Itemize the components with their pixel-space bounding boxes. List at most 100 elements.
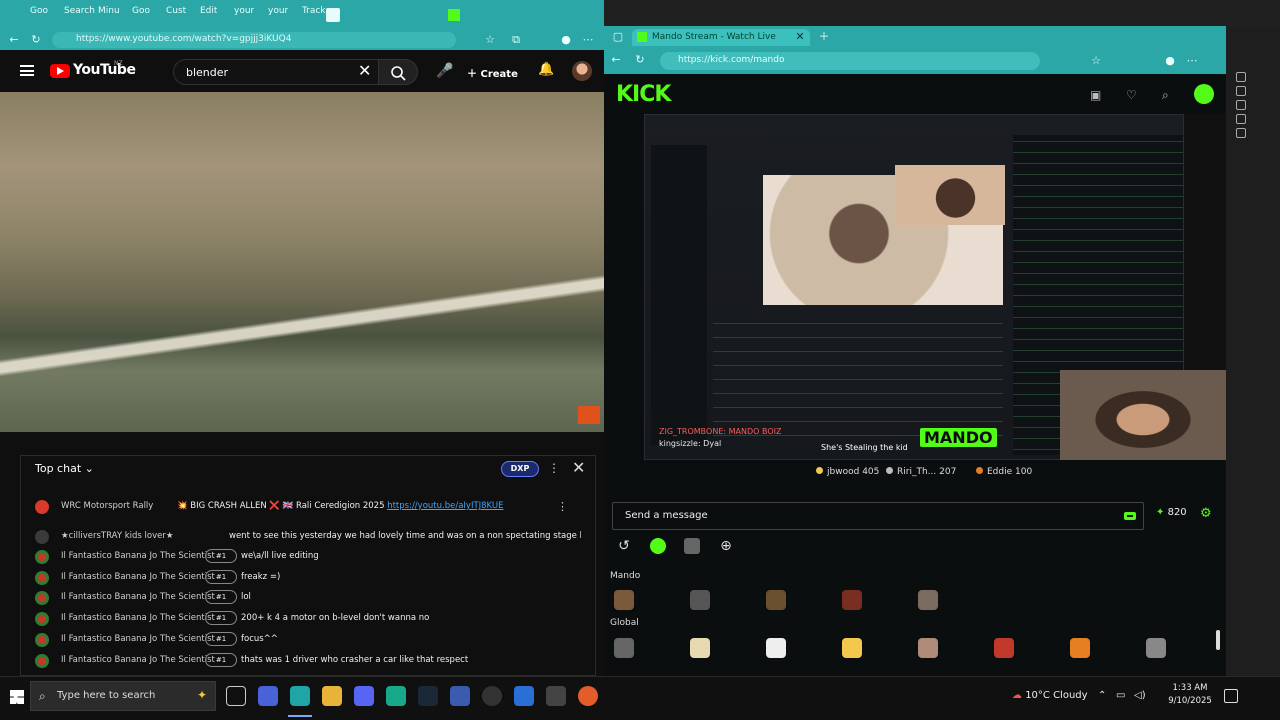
browser-tab[interactable]: your: [234, 6, 254, 24]
gifter-item[interactable]: Riri_Th... 207: [886, 467, 956, 477]
emote-scrollbar[interactable]: [1216, 630, 1220, 650]
browser-tab[interactable]: Goo: [30, 6, 48, 24]
favorite-icon[interactable]: ☆: [484, 34, 496, 46]
side-tool-icon[interactable]: [1236, 72, 1246, 82]
address-input[interactable]: https://kick.com/mando: [660, 52, 1040, 70]
tray-chevron-up-icon[interactable]: ⌃: [1098, 690, 1106, 701]
emote-item[interactable]: [842, 590, 862, 610]
video-player[interactable]: [0, 92, 604, 432]
kick-tab-icon[interactable]: [448, 9, 460, 21]
weather-widget[interactable]: ☁ 10°C Cloudy: [1012, 690, 1088, 701]
reload-icon[interactable]: ↻: [634, 54, 646, 66]
youtube-logo-text[interactable]: YouTube: [73, 62, 136, 78]
search-input[interactable]: blender: [173, 59, 379, 85]
menu-icon[interactable]: ⋯: [582, 34, 594, 46]
hamburger-menu-icon[interactable]: [20, 65, 34, 76]
chat-author-name[interactable]: Il Fantastico Banana Jo The Scientist: [61, 655, 215, 665]
emote-item[interactable]: [842, 638, 862, 658]
close-tab-icon[interactable]: ✕: [794, 31, 806, 43]
chat-message-row[interactable]: ★cilliversTRAY kids lover★ went to see th…: [21, 528, 581, 546]
taskbar-clock[interactable]: 1:33 AM 9/10/2025: [1160, 682, 1220, 708]
chat-author-name[interactable]: Il Fantastico Banana Jo The Scientist: [61, 613, 215, 623]
windows-start-icon[interactable]: [10, 690, 24, 704]
chat-author-name[interactable]: WRC Motorsport Rally: [61, 501, 153, 511]
firefox-icon[interactable]: [578, 686, 598, 706]
emote-item[interactable]: [690, 638, 710, 658]
task-view-icon[interactable]: [226, 686, 246, 706]
chat-message-link[interactable]: https://youtu.be/aIyITJ8KUE: [387, 501, 503, 511]
obs-icon[interactable]: [482, 686, 502, 706]
new-tab-icon[interactable]: ＋: [818, 31, 830, 43]
emote-item[interactable]: [766, 638, 786, 658]
app-icon[interactable]: [514, 686, 534, 706]
emote-item[interactable]: [1070, 638, 1090, 658]
chat-author-name[interactable]: Il Fantastico Banana Jo The Scientist: [61, 634, 215, 644]
chat-author-name[interactable]: ★cilliversTRAY kids lover★: [61, 531, 173, 541]
menu-icon[interactable]: ⋯: [1186, 55, 1198, 67]
chat-message-row[interactable]: Il Fantastico Banana Jo The Scientist #1 2…: [21, 610, 581, 628]
emote-item[interactable]: [1146, 638, 1166, 658]
app-icon[interactable]: [386, 686, 406, 706]
channel-emotes-tab-icon[interactable]: [650, 538, 666, 554]
discord-icon[interactable]: [354, 686, 374, 706]
emote-item[interactable]: [918, 590, 938, 610]
emote-item[interactable]: [766, 590, 786, 610]
chat-message-row[interactable]: Il Fantastico Banana Jo The Scientist #1 w…: [21, 548, 581, 566]
following-heart-icon[interactable]: ♡: [1126, 88, 1137, 102]
close-chat-icon[interactable]: ✕: [572, 458, 585, 477]
copilot-app-icon[interactable]: [258, 686, 278, 706]
side-tool-icon[interactable]: [1236, 128, 1246, 138]
global-emotes-tab-icon[interactable]: ⊕: [718, 538, 734, 554]
taskbar-search-input[interactable]: ⌕ Type here to search ✦: [30, 681, 216, 711]
chat-mode-dropdown[interactable]: Top chat ⌄: [35, 462, 94, 475]
browser-tab[interactable]: Search: [64, 6, 95, 24]
side-tool-icon[interactable]: [1236, 114, 1246, 124]
profile-icon[interactable]: ●: [1164, 55, 1176, 67]
gifter-item[interactable]: Eddie 100: [976, 467, 1032, 477]
browser-tab-active[interactable]: Mando Stream - Watch Live: [632, 29, 810, 46]
browser-tab[interactable]: Cust: [166, 6, 186, 24]
network-icon[interactable]: ▭: [1116, 690, 1125, 701]
emote-item[interactable]: [994, 638, 1014, 658]
side-tool-icon[interactable]: [1236, 100, 1246, 110]
emote-item[interactable]: [690, 590, 710, 610]
app-icon[interactable]: [546, 686, 566, 706]
edge-browser-icon[interactable]: [290, 686, 310, 706]
emote-item[interactable]: [614, 590, 634, 610]
emote-picker-icon[interactable]: [1123, 509, 1137, 523]
app-icon[interactable]: [450, 686, 470, 706]
recent-emotes-icon[interactable]: ↺: [616, 538, 632, 554]
back-icon[interactable]: ←: [610, 54, 622, 66]
browser-tab[interactable]: Goo: [132, 6, 150, 24]
chat-message-row[interactable]: Il Fantastico Banana Jo The Scientist #1 t…: [21, 652, 581, 670]
browse-icon[interactable]: ▣: [1090, 88, 1101, 102]
channel-points[interactable]: ✦ 820: [1156, 507, 1187, 518]
youtube-logo-icon[interactable]: [50, 64, 70, 78]
volume-icon[interactable]: ◁): [1134, 690, 1146, 701]
chat-settings-gear-icon[interactable]: ⚙: [1200, 506, 1212, 521]
chat-author-name[interactable]: Il Fantastico Banana Jo The Scientist: [61, 592, 215, 602]
chat-message-row[interactable]: Il Fantastico Banana Jo The Scientist #1 f…: [21, 631, 581, 649]
kick-logo[interactable]: KICK: [616, 82, 671, 107]
chat-options-icon[interactable]: ⋮: [548, 461, 560, 475]
reload-icon[interactable]: ↻: [30, 34, 42, 46]
search-button[interactable]: [378, 59, 418, 85]
browser-tab[interactable]: Track: [302, 6, 326, 24]
chat-message-row[interactable]: Il Fantastico Banana Jo The Scientist #1 f…: [21, 569, 581, 587]
emote-item[interactable]: [918, 638, 938, 658]
chat-author-name[interactable]: Il Fantastico Banana Jo The Scientist: [61, 572, 215, 582]
avatar[interactable]: [572, 61, 592, 81]
side-tool-icon[interactable]: [1236, 86, 1246, 96]
clear-search-icon[interactable]: ✕: [358, 63, 371, 79]
address-input[interactable]: https://www.youtube.com/watch?v=gpjjj3iK…: [52, 32, 456, 48]
chat-message-row[interactable]: Il Fantastico Banana Jo The Scientist #1 l…: [21, 589, 581, 607]
emote-item[interactable]: [614, 638, 634, 658]
microphone-icon[interactable]: 🎤: [436, 63, 453, 79]
file-explorer-icon[interactable]: [322, 686, 342, 706]
points-pill[interactable]: DXP: [501, 461, 539, 477]
chat-author-name[interactable]: Il Fantastico Banana Jo The Scientist: [61, 551, 215, 561]
steam-icon[interactable]: [418, 686, 438, 706]
avatar[interactable]: [1194, 84, 1214, 104]
notifications-bell-icon[interactable]: 🔔: [538, 62, 554, 77]
notification-center-icon[interactable]: [1224, 689, 1238, 703]
